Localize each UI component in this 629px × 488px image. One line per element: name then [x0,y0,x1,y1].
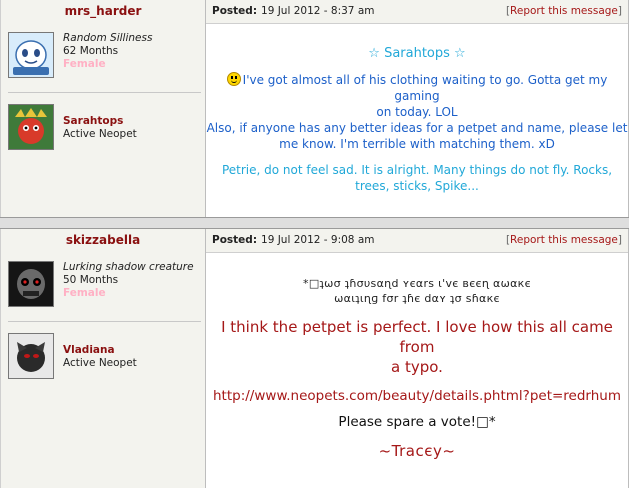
message-text: I've got almost all of his clothing wait… [206,72,628,104]
pet-image-icon [9,334,53,378]
message-text: Also, if anyone has any better ideas for… [206,121,628,135]
message-header: Posted: 19 Jul 2012 - 9:08 am [Report thi… [206,229,628,253]
posted-date: Posted: 19 Jul 2012 - 8:37 am [212,5,375,17]
author-months: 50 Months [63,274,119,286]
user-avatar[interactable] [8,261,54,307]
forum-post: mrs_harder Random Silliness 62 Months Fe… [0,0,629,217]
forum-post: skizzabella Lurking shadow creature 50 M… [0,229,629,488]
message-text: me know. I'm terrible with matching them… [279,137,555,151]
pet-link[interactable]: http://www.neopets.com/beauty/details.ph… [206,388,628,404]
pet-avatar[interactable] [8,104,54,150]
smiley-icon [226,72,241,86]
author-username[interactable]: mrs_harder [1,4,205,18]
pet-status: Active Neopet [63,357,137,369]
pet-image-icon [9,105,53,149]
message-panel: Posted: 19 Jul 2012 - 9:08 am [Report thi… [206,229,629,488]
message-header: Posted: 19 Jul 2012 - 8:37 am [Report thi… [206,0,628,24]
author-months: 62 Months [63,45,119,57]
pet-avatar[interactable] [8,333,54,379]
author-panel: mrs_harder Random Silliness 62 Months Fe… [0,0,206,217]
message-text: on today. LOL [376,105,458,119]
vote-text: Please spare a vote!□* [338,414,496,430]
quote-text: *□ʇωσ ʇɦσυsαɳd ʏєαrs ι'vє вєєɳ αωαкє [303,277,531,290]
divider [8,321,201,322]
author-gender: Female [63,58,106,70]
author-info: Random Silliness 62 Months Female [63,32,152,71]
pet-name[interactable]: Sarahtops [63,115,137,128]
author-gender: Female [63,287,106,299]
quote-text: ωαιʇιɳɡ fσr ʇɦє dαʏ ʇσ sɦαкє [334,292,500,305]
divider [8,92,201,93]
author-panel: skizzabella Lurking shadow creature 50 M… [0,229,206,488]
report-link[interactable]: [Report this message] [506,5,622,17]
skull-avatar-icon [9,262,53,306]
pet-status: Active Neopet [63,128,137,140]
author-title: Lurking shadow creature [63,261,194,273]
user-avatar[interactable] [8,32,54,78]
signature-text: ~Tracєy~ [378,442,456,460]
pet-name[interactable]: Vladiana [63,344,137,357]
author-username[interactable]: skizzabella [1,233,205,247]
message-heading: ☆ Sarahtops ☆ [368,46,466,61]
signature-text: trees, sticks, Spike... [355,179,479,193]
shuffle-avatar-icon [9,33,53,77]
posted-date: Posted: 19 Jul 2012 - 9:08 am [212,234,375,246]
message-text: a typo. [391,358,443,376]
message-body: ☆ Sarahtops ☆ I've got almost all of his… [206,24,628,194]
author-title: Random Silliness [63,32,153,44]
signature-text: Petrie, do not feel sad. It is alright. … [221,163,613,177]
message-text: I think the petpet is perfect. I love ho… [221,318,613,356]
pet-info: Sarahtops Active Neopet [63,115,137,141]
message-body: *□ʇωσ ʇɦσυsαɳd ʏєαrs ι'vє вєєɳ αωαкє ωαι… [206,253,628,460]
message-panel: Posted: 19 Jul 2012 - 8:37 am [Report thi… [206,0,629,217]
post-separator [0,217,629,229]
report-link[interactable]: [Report this message] [506,234,622,246]
author-info: Lurking shadow creature 50 Months Female [63,261,194,300]
pet-info: Vladiana Active Neopet [63,344,137,370]
